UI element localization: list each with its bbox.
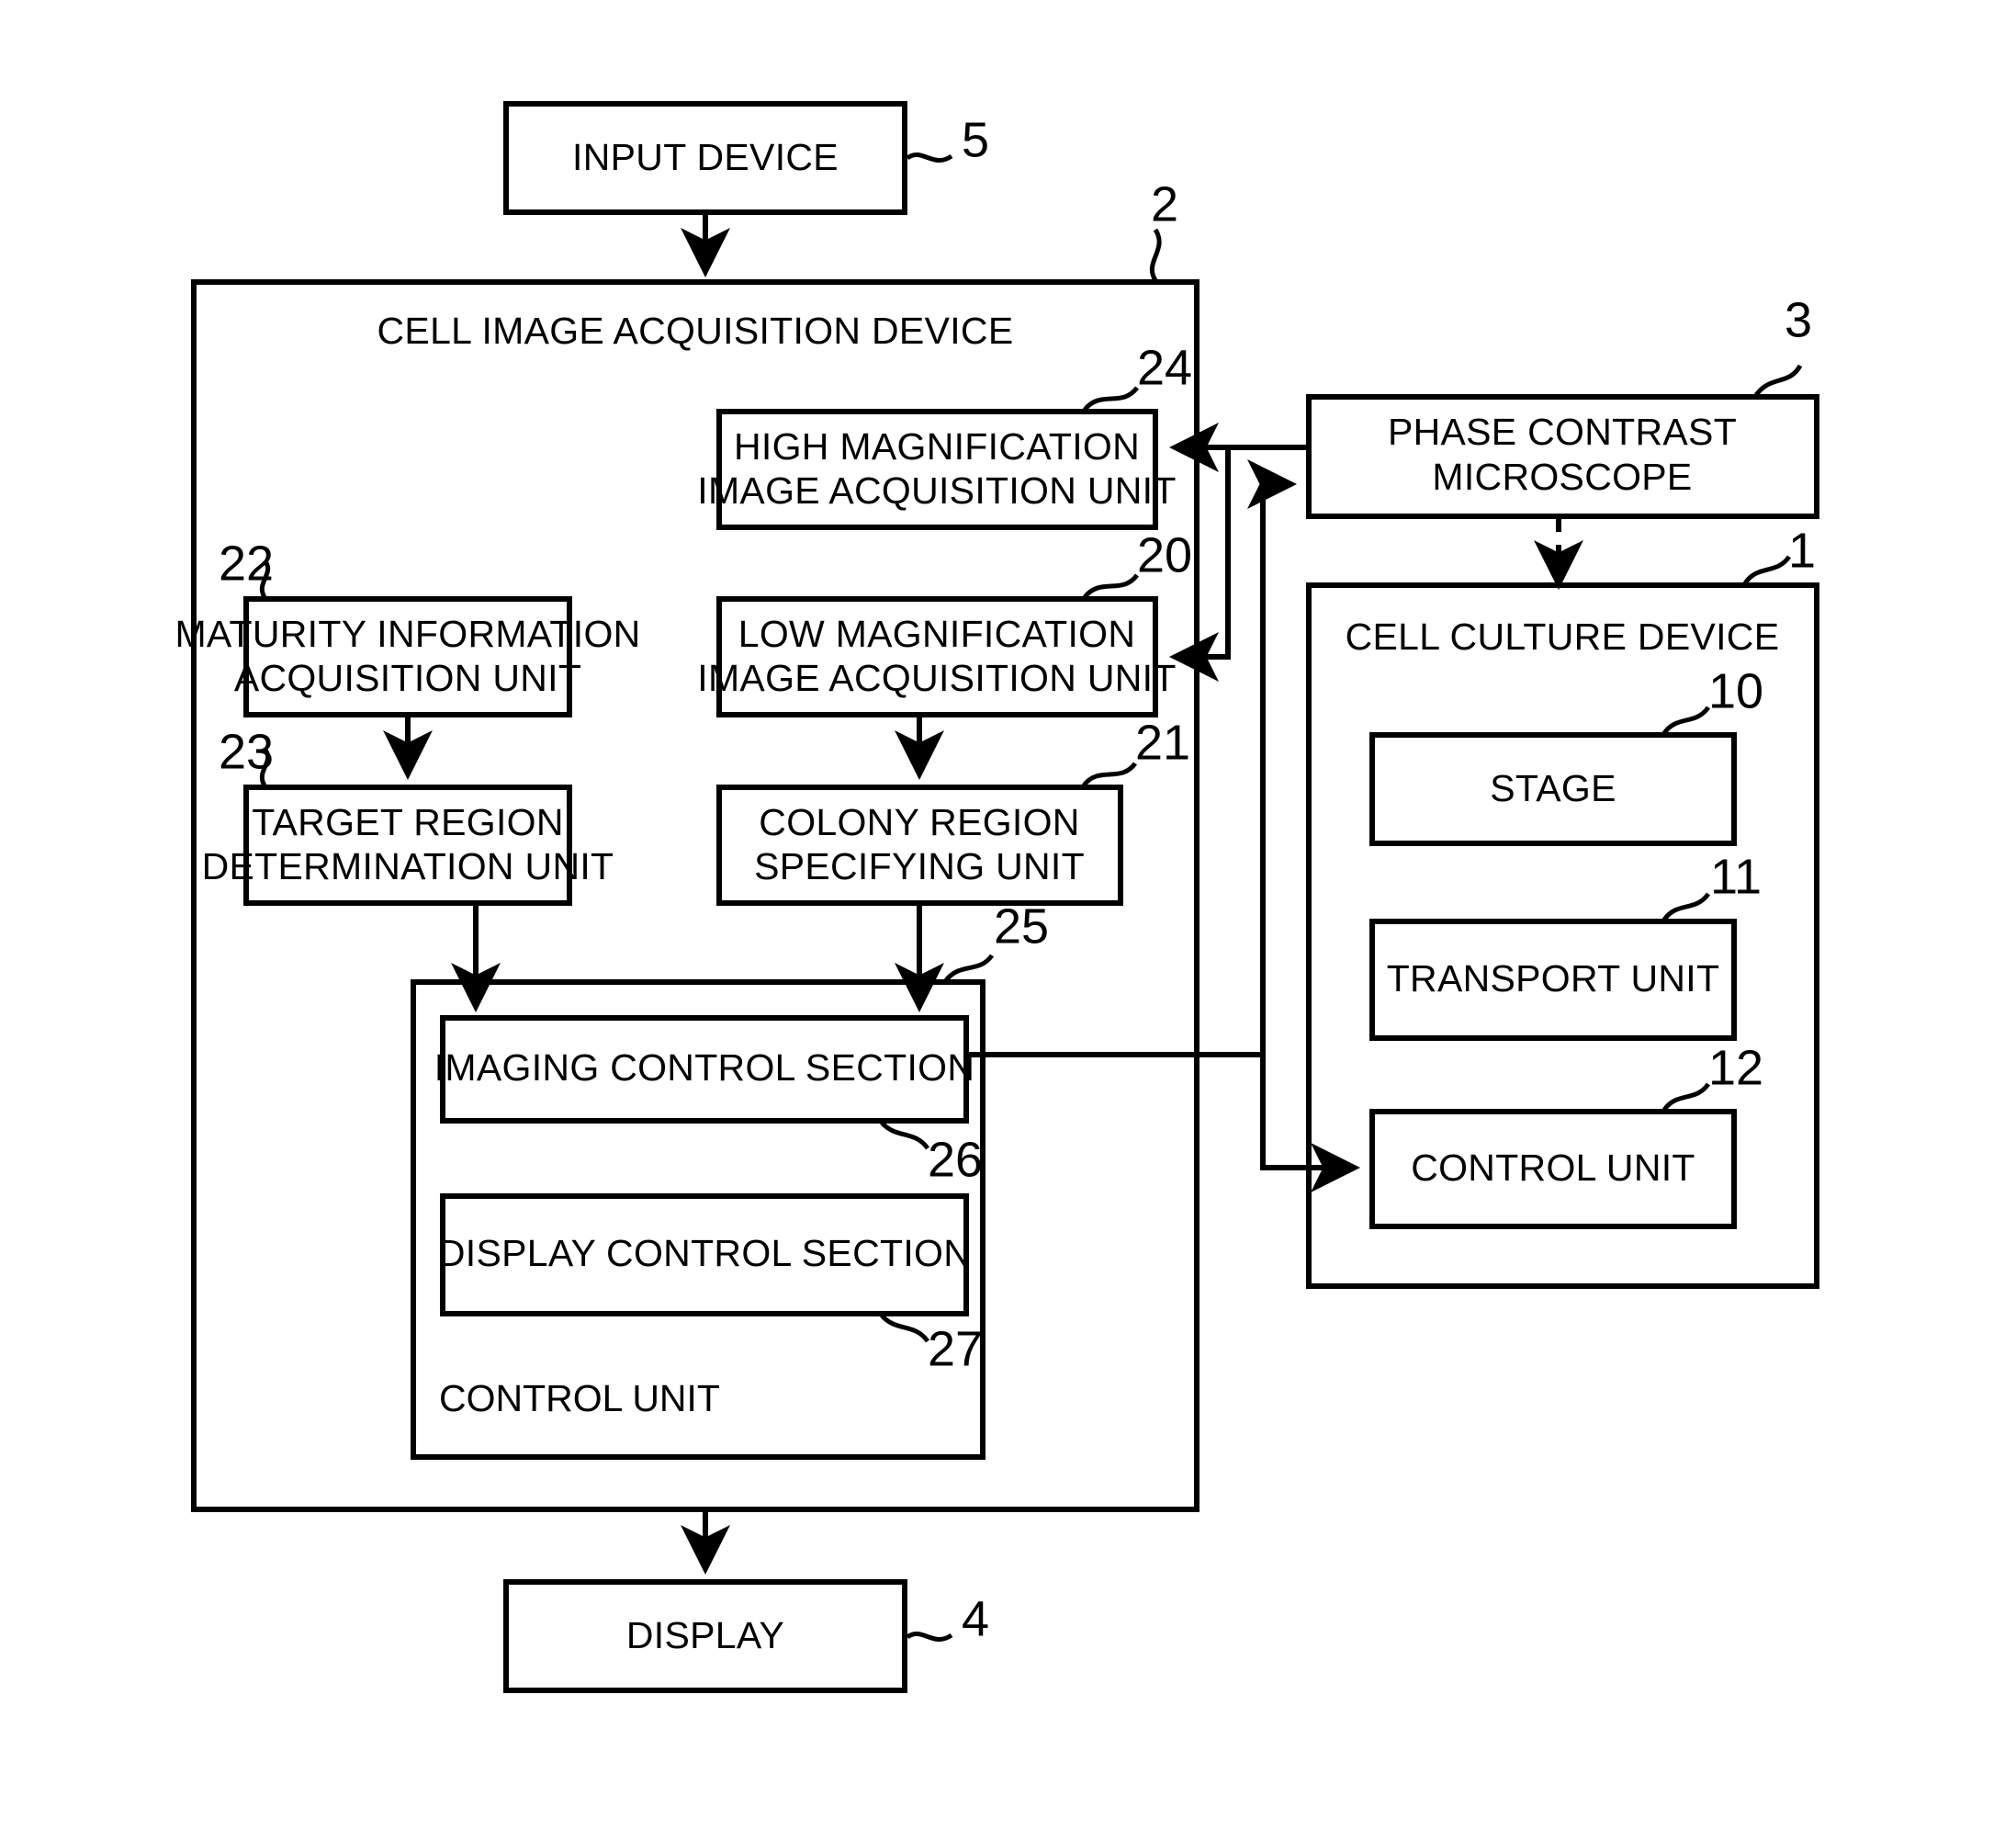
display-label: DISPLAY (626, 1614, 784, 1656)
ref-number-25: 25 (994, 898, 1049, 954)
ref-number-12: 12 (1708, 1040, 1763, 1095)
leader-line-ref-26 (880, 1121, 930, 1150)
leader-line-ref-12 (1661, 1082, 1711, 1112)
ref-number-11: 11 (1710, 849, 1762, 904)
ref-number-24: 24 (1137, 340, 1192, 395)
low-magnification-unit-label-line1: LOW MAGNIFICATION (738, 613, 1136, 655)
maturity-information-unit-label-line2: ACQUISITION UNIT (234, 657, 581, 699)
ref-number-4: 4 (962, 1591, 989, 1646)
patent-figure-page: CELL IMAGE ACQUISITION DEVICE 2 INPUT DE… (0, 0, 2016, 1830)
maturity-information-unit-label-line1: MATURITY INFORMATION (175, 613, 640, 655)
target-region-unit-label-line2: DETERMINATION UNIT (202, 845, 614, 887)
display-control-section-label: DISPLAY CONTROL SECTION (438, 1232, 971, 1274)
control-unit-label: CONTROL UNIT (439, 1377, 720, 1419)
ref-number-23: 23 (219, 724, 274, 779)
ref-number-1: 1 (1788, 523, 1816, 578)
leader-line-ref-24 (1083, 386, 1140, 412)
colony-region-unit-label-line1: COLONY REGION (759, 801, 1079, 843)
ref-number-22: 22 (219, 536, 274, 591)
block-diagram-canvas: CELL IMAGE ACQUISITION DEVICE 2 INPUT DE… (175, 101, 1819, 1693)
leader-line-ref-10 (1661, 706, 1711, 735)
ref-number-27: 27 (928, 1321, 983, 1376)
cell-culture-device-label: CELL CULTURE DEVICE (1346, 616, 1780, 658)
ref-number-20: 20 (1137, 527, 1192, 582)
leader-line-ref-21 (1081, 762, 1138, 787)
ref-number-2: 2 (1151, 176, 1178, 232)
stage-label: STAGE (1490, 767, 1616, 809)
leader-line-ref-3 (1753, 364, 1803, 397)
ref-number-10: 10 (1708, 663, 1763, 718)
input-device-label: INPUT DEVICE (572, 136, 839, 178)
ref-number-21: 21 (1135, 715, 1190, 770)
phase-contrast-microscope-label-line2: MICROSCOPE (1432, 456, 1692, 498)
leader-line-ref-20 (1083, 573, 1140, 599)
leader-line-ref-11 (1661, 892, 1711, 921)
culture-control-unit-label: CONTROL UNIT (1411, 1147, 1695, 1189)
high-magnification-unit-label-line1: HIGH MAGNIFICATION (734, 425, 1140, 468)
leader-line-ref-25 (944, 954, 995, 982)
imaging-control-section-label: IMAGING CONTROL SECTION (434, 1046, 975, 1089)
leader-line-ref-2 (1149, 228, 1162, 282)
target-region-unit-label-line1: TARGET REGION (252, 801, 564, 843)
ref-number-26: 26 (928, 1132, 983, 1187)
ref-number-5: 5 (962, 112, 989, 167)
leader-line-ref-27 (880, 1314, 930, 1343)
transport-unit-label: TRANSPORT UNIT (1387, 957, 1720, 1000)
colony-region-unit-label-line2: SPECIFYING UNIT (754, 845, 1085, 887)
low-magnification-unit-label-line2: IMAGE ACQUISITION UNIT (697, 657, 1176, 699)
leader-line-ref-5 (906, 152, 953, 164)
phase-contrast-microscope-label-line1: PHASE CONTRAST (1388, 411, 1737, 453)
cell-image-acquisition-device-label: CELL IMAGE ACQUISITION DEVICE (377, 310, 1014, 352)
ref-number-3: 3 (1785, 292, 1812, 347)
leader-line-ref-1 (1742, 555, 1792, 585)
leader-line-ref-4 (906, 1632, 953, 1643)
high-magnification-unit-label-line2: IMAGE ACQUISITION UNIT (697, 469, 1176, 512)
